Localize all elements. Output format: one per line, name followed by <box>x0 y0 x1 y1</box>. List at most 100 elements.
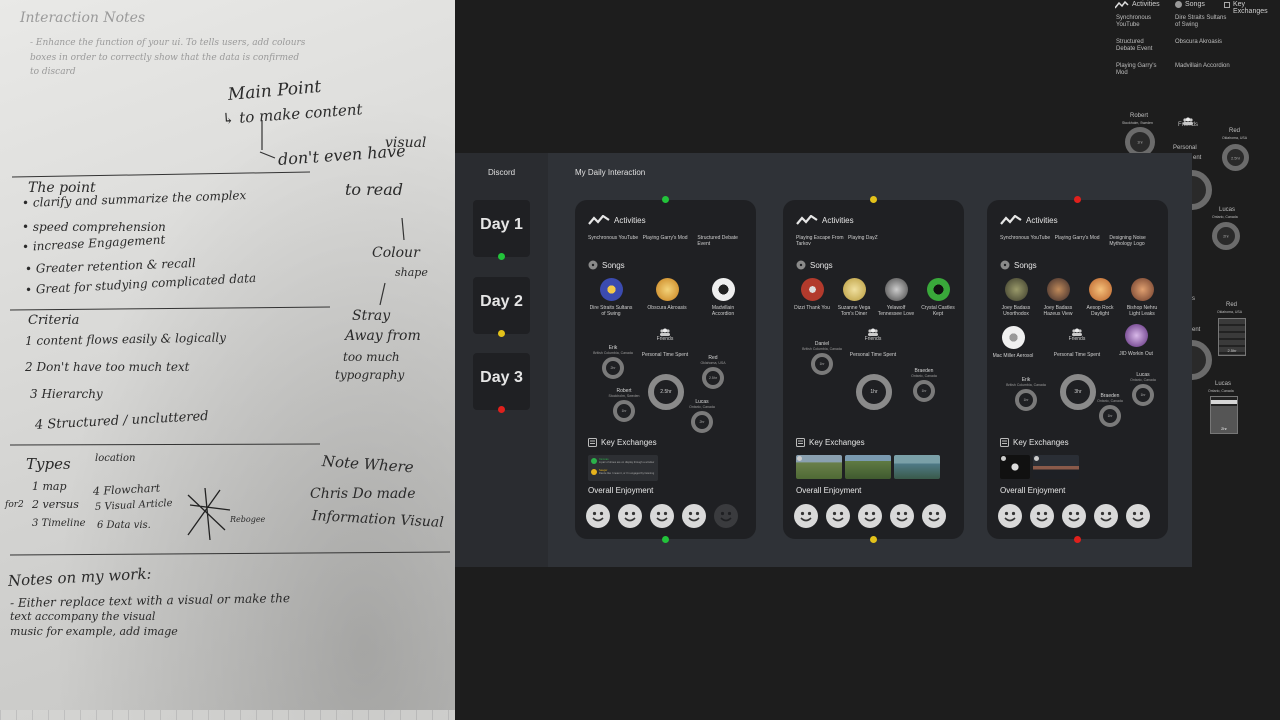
smiley-icon <box>998 504 1022 528</box>
album-cover <box>599 278 623 301</box>
smiley-icon <box>826 504 850 528</box>
status-dot <box>870 536 877 543</box>
chat-icon <box>588 438 597 447</box>
smiley-icon <box>586 504 610 528</box>
smiley-icon <box>890 504 914 528</box>
songs-header: Songs <box>588 260 625 270</box>
day-3-card: Activities Synchronous YouTube Playing G… <box>987 196 1168 543</box>
bg-friend-loc: Ontario, Canada <box>1212 215 1238 219</box>
activity-icon <box>588 215 610 225</box>
status-dot <box>662 196 669 203</box>
bg-bar-gauge: 2hr <box>1210 396 1238 434</box>
status-dot <box>1074 536 1081 543</box>
day-1-button[interactable]: Day 1 <box>473 200 530 260</box>
bg-bar-gauge: 2.5hr <box>1218 318 1246 356</box>
app-title: Discord <box>488 168 516 177</box>
bg-friend-name: Red <box>1226 302 1238 308</box>
bg-friend-name: Lucas <box>1215 381 1232 387</box>
day-3-button[interactable]: Day 3 <box>473 353 530 413</box>
activity-item: Structured Debate Event <box>697 235 738 247</box>
day-1-card: Activities Synchronous YouTube Playing G… <box>575 196 756 543</box>
day-2-button[interactable]: Day 2 <box>473 277 530 337</box>
bg-friend-loc: Oklahoma, USA <box>1217 310 1243 314</box>
bg-friend-ring: 2.5hr <box>1222 144 1249 171</box>
friend-node: Erik British Columbia, Canada 2hr <box>590 345 636 379</box>
smiley-icon <box>794 504 818 528</box>
notes-pen-strokes <box>9 120 451 556</box>
smiley-icon <box>1126 504 1150 528</box>
smiley-icon <box>858 504 882 528</box>
album-cover <box>655 278 679 301</box>
activities-list: Synchronous YouTube Playing Garry's Mod … <box>588 235 748 247</box>
day-2-card: Activities Playing Escape From Tarkov Pl… <box>783 196 964 543</box>
key-exchanges-list: Xemnas A pair of shoes are on display thr… <box>588 455 658 481</box>
music-disc-icon <box>1175 1 1182 8</box>
bg-friend-name: Red <box>1229 128 1241 134</box>
enjoyment-clip <box>987 200 1153 539</box>
smiley-icon <box>1062 504 1086 528</box>
status-dot <box>498 330 505 337</box>
bg-activities-label: Activities <box>1132 1 1160 8</box>
friends-label: Friends <box>640 328 690 342</box>
smiley-icon <box>650 504 674 528</box>
bg-song: Obscura Akroasis <box>1175 39 1223 45</box>
sidebar: Discord Day 1 Day 2 Day 3 <box>455 153 548 567</box>
album-cover <box>711 278 735 301</box>
bg-friend-name: Robert <box>1130 113 1149 119</box>
friend-node: Lucas Ontario, Canada 2hr <box>679 399 725 433</box>
chat-icon <box>1224 2 1230 8</box>
enjoyment-clip <box>783 200 953 539</box>
bg-songs-label: Songs <box>1185 1 1205 8</box>
ruler-edge <box>0 710 455 720</box>
bg-friend-loc: Stockholm, Sweden <box>1122 121 1153 125</box>
song-item[interactable]: Dire Straits Sultans of Swing <box>589 278 633 317</box>
activity-item: Playing Garry's Mod <box>642 235 688 241</box>
song-item[interactable]: Obscura Akroasis <box>645 278 689 317</box>
activity-icon <box>1115 1 1129 9</box>
bg-cut-label: ent <box>1192 327 1201 333</box>
song-item[interactable]: Madvillain Accordion <box>701 278 745 317</box>
enjoyment-header: Overall Enjoyment <box>588 486 654 495</box>
bg-friend-loc: Oklahoma, USA <box>1222 136 1248 140</box>
friends-icon <box>660 328 670 336</box>
day-label: Day 3 <box>480 369 523 386</box>
app-window: Discord Day 1 Day 2 Day 3 My Daily Inter… <box>455 153 1192 567</box>
music-disc-icon <box>588 260 598 270</box>
handwritten-notes-photo: Interaction Notes - Enhance the function… <box>0 0 455 720</box>
songs-list: Dire Straits Sultans of Swing Obscura Ak… <box>583 278 751 317</box>
day-label: Day 2 <box>480 293 523 310</box>
bg-activity: Synchronous YouTube <box>1116 15 1152 28</box>
day-label: Day 1 <box>480 216 523 233</box>
bg-friends-label: Friends <box>1178 122 1199 128</box>
bg-key-exchanges-label: Key Exchanges <box>1233 1 1268 15</box>
bg-cut-label: s <box>1192 296 1195 302</box>
bg-activity: Structured Debate Event <box>1116 39 1153 52</box>
activities-header: Activities <box>588 215 646 225</box>
smiley-icon <box>682 504 706 528</box>
smiley-icon <box>1030 504 1054 528</box>
smiley-icon <box>1094 504 1118 528</box>
friends-icon <box>1182 112 1194 125</box>
friend-node: Red Oklahoma, USA 2.5hr <box>690 355 736 389</box>
status-dot <box>662 536 669 543</box>
bg-song: Dire Straits Sultans of Swing <box>1175 15 1227 28</box>
page-title: My Daily Interaction <box>575 168 646 177</box>
friend-node: Robert Stockholm, Sweden 1hr <box>601 388 647 422</box>
enjoyment-rating <box>586 504 738 528</box>
status-dot <box>498 406 505 413</box>
status-dot <box>498 253 505 260</box>
smiley-icon <box>618 504 642 528</box>
bg-friend-loc: Ontario, Canada <box>1208 389 1234 393</box>
key-exchanges-header: Key Exchanges <box>588 438 657 447</box>
smiley-icon <box>922 504 946 528</box>
enjoyment-rating <box>998 504 1150 528</box>
bg-friend-name: Lucas <box>1219 207 1236 213</box>
smiley-icon <box>714 504 738 528</box>
bg-song: Madvillain Accordion <box>1175 63 1230 69</box>
bg-friend-ring: 2hr <box>1212 222 1240 250</box>
bg-cut-label: ent <box>1193 155 1202 161</box>
enjoyment-rating <box>794 504 946 528</box>
message-snippet[interactable]: Xemnas A pair of shoes are on display thr… <box>588 455 658 481</box>
bg-activity: Playing Garry's Mod <box>1116 63 1157 76</box>
personal-time-label: Personal Time Spent <box>641 352 689 358</box>
